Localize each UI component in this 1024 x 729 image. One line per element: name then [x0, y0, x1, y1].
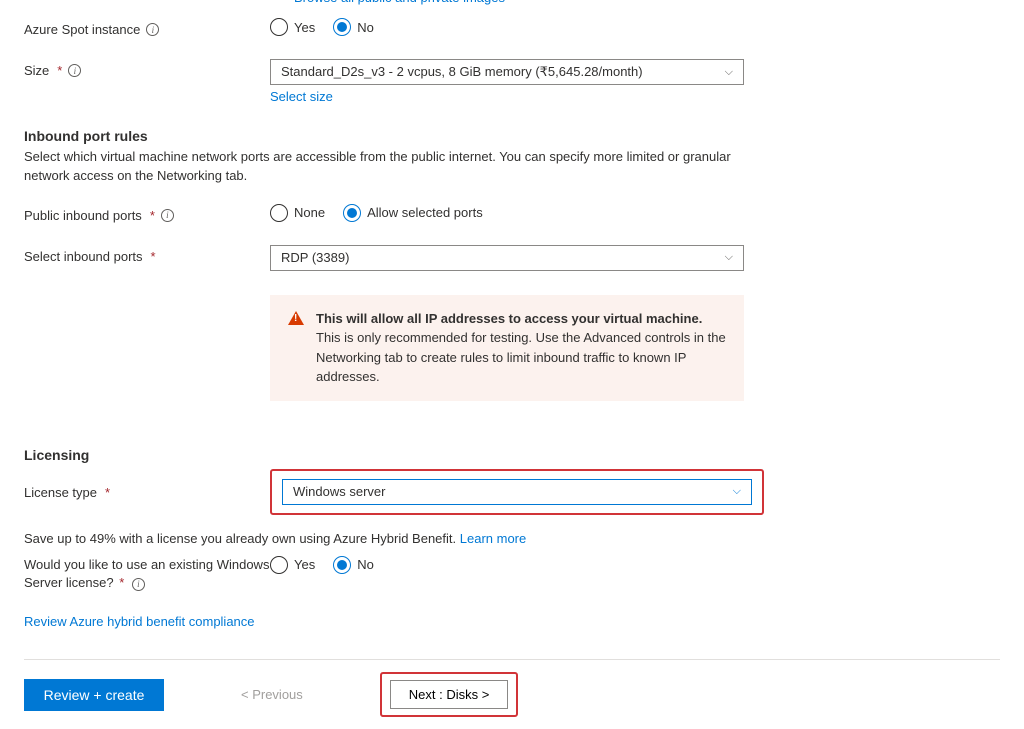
learn-more-link[interactable]: Learn more — [460, 531, 526, 546]
azure-spot-label: Azure Spot instance i — [24, 18, 270, 37]
inbound-rules-desc: Select which virtual machine network por… — [24, 148, 764, 186]
select-inbound-dropdown[interactable]: RDP (3389) ⌵ — [270, 245, 744, 271]
select-size-link[interactable]: Select size — [270, 89, 333, 104]
license-type-label: License type* — [24, 469, 270, 500]
size-label: Size* i — [24, 59, 270, 78]
warning-icon — [288, 311, 304, 325]
existing-license-radio-group: Yes No — [270, 556, 744, 574]
public-inbound-radio-group: None Allow selected ports — [270, 204, 744, 222]
review-create-button[interactable]: Review + create — [24, 679, 164, 711]
browse-images-link[interactable]: Browse all public and private images — [294, 0, 505, 5]
inbound-warning: This will allow all IP addresses to acce… — [270, 295, 744, 401]
azure-spot-no-radio[interactable]: No — [333, 18, 374, 36]
license-type-highlight: Windows server ⌵ — [270, 469, 764, 515]
license-type-dropdown[interactable]: Windows server ⌵ — [282, 479, 752, 505]
azure-spot-radio-group: Yes No — [270, 18, 744, 36]
chevron-down-icon: ⌵ — [725, 66, 733, 79]
existing-license-label: Would you like to use an existing Window… — [24, 556, 270, 592]
info-icon[interactable]: i — [161, 209, 174, 222]
public-inbound-none-radio[interactable]: None — [270, 204, 325, 222]
info-icon[interactable]: i — [68, 64, 81, 77]
next-button[interactable]: Next : Disks > — [390, 680, 509, 709]
select-inbound-label: Select inbound ports* — [24, 245, 270, 264]
existing-license-no-radio[interactable]: No — [333, 556, 374, 574]
review-compliance-link[interactable]: Review Azure hybrid benefit compliance — [24, 614, 255, 629]
next-button-highlight: Next : Disks > — [380, 672, 519, 717]
azure-spot-yes-radio[interactable]: Yes — [270, 18, 315, 36]
existing-license-yes-radio[interactable]: Yes — [270, 556, 315, 574]
info-icon[interactable]: i — [146, 23, 159, 36]
licensing-header: Licensing — [24, 447, 1000, 463]
info-icon[interactable]: i — [132, 578, 145, 591]
hybrid-benefit-text: Save up to 49% with a license you alread… — [24, 531, 1000, 546]
previous-button[interactable]: < Previous — [222, 680, 322, 709]
public-inbound-allow-radio[interactable]: Allow selected ports — [343, 204, 483, 222]
chevron-down-icon: ⌵ — [733, 485, 741, 498]
public-inbound-label: Public inbound ports* i — [24, 204, 270, 223]
inbound-rules-header: Inbound port rules — [24, 128, 1000, 144]
chevron-down-icon: ⌵ — [725, 251, 733, 264]
size-dropdown[interactable]: Standard_D2s_v3 - 2 vcpus, 8 GiB memory … — [270, 59, 744, 85]
